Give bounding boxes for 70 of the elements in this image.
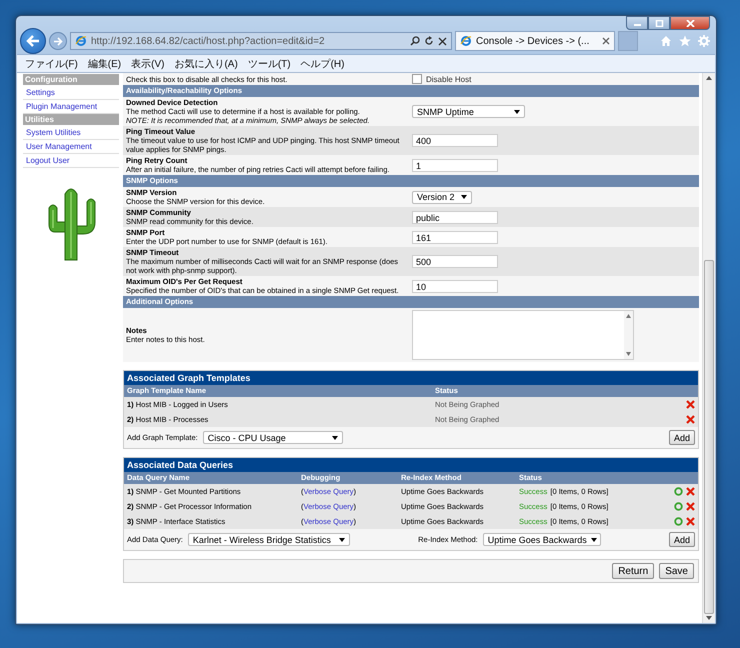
stop-icon[interactable] (438, 36, 447, 46)
form-button[interactable]: Return (612, 563, 654, 579)
right-arrow-icon (53, 36, 63, 46)
text-field[interactable]: 161 (412, 230, 498, 244)
dropdown[interactable]: SNMP Uptime (412, 105, 525, 118)
maximize-icon (654, 20, 664, 26)
dropdown[interactable]: Uptime Goes Backwards (482, 533, 601, 546)
form-button[interactable]: Save (659, 563, 694, 579)
delete-icon[interactable] (686, 415, 695, 424)
text-field[interactable]: 1 (412, 158, 498, 172)
left-arrow-icon (26, 35, 40, 47)
close-icon[interactable] (602, 37, 610, 45)
minimize-button[interactable] (626, 16, 648, 30)
sidebar-link[interactable]: Logout User (23, 154, 119, 168)
back-button[interactable] (20, 28, 46, 54)
caret-icon (461, 195, 467, 199)
scroll-down-icon[interactable] (626, 352, 631, 356)
sidebar-link[interactable]: Settings (23, 86, 119, 100)
scrollbar[interactable] (702, 73, 715, 623)
sidebar-link[interactable]: System Utilities (23, 126, 119, 140)
page-icon (75, 35, 87, 47)
star-icon[interactable] (679, 35, 691, 47)
circle-icon[interactable] (674, 517, 683, 526)
checkbox[interactable] (412, 74, 422, 84)
caret-icon (332, 436, 338, 440)
dropdown[interactable]: Karlnet - Wireless Bridge Statistics (188, 533, 350, 546)
close-icon (686, 20, 694, 26)
delete-icon[interactable] (686, 502, 695, 511)
menu-item[interactable]: ファイル(F) (25, 56, 78, 70)
menu-item[interactable]: お気に入り(A) (174, 56, 238, 70)
notes-field[interactable] (412, 310, 634, 360)
delete-icon[interactable] (686, 517, 695, 526)
page-icon (460, 35, 472, 47)
sidebar-link[interactable]: User Management (23, 140, 119, 154)
table-title: Associated Graph Templates (124, 371, 698, 385)
text-field[interactable]: public (412, 210, 498, 224)
browser-tab[interactable]: Console -> Devices -> (... (455, 31, 615, 51)
circle-icon[interactable] (674, 487, 683, 496)
sidebar-heading: Configuration (23, 74, 119, 86)
checkbox-label: Disable Host (426, 74, 472, 84)
forward-button[interactable] (49, 32, 67, 50)
delete-icon[interactable] (686, 400, 695, 409)
menu-item[interactable]: ヘルプ(H) (300, 56, 344, 70)
table-title: Associated Data Queries (124, 458, 698, 472)
scroll-up-icon[interactable] (626, 314, 631, 318)
address-bar[interactable]: http://192.168.64.82/cacti/host.php?action=edit&id=2 (70, 32, 452, 50)
scroll-up-icon[interactable] (706, 75, 712, 80)
caret-icon (514, 110, 520, 114)
refresh-icon[interactable] (424, 36, 434, 46)
menu-item[interactable]: ツール(T) (248, 56, 291, 70)
menu-item[interactable]: 表示(V) (131, 56, 164, 70)
url-text: http://192.168.64.82/cacti/host.php?action=edit&id=2 (91, 36, 326, 46)
text-field[interactable]: 400 (412, 134, 498, 147)
scrollbar[interactable] (624, 311, 633, 359)
dropdown[interactable]: Version 2 (412, 190, 472, 204)
caret-icon (590, 538, 597, 542)
add-button[interactable]: Add (669, 532, 696, 547)
maximize-button[interactable] (648, 16, 670, 30)
caret-icon (338, 538, 345, 542)
scroll-down-icon[interactable] (706, 616, 712, 621)
text-field[interactable]: 500 (412, 255, 498, 268)
menu-item[interactable]: 編集(E) (88, 56, 122, 70)
sidebar-heading: Utilities (23, 114, 119, 126)
delete-icon[interactable] (686, 487, 695, 496)
close-button[interactable] (670, 16, 710, 30)
circle-icon[interactable] (674, 502, 683, 511)
dropdown[interactable]: Cisco - CPU Usage (202, 431, 343, 444)
search-icon[interactable] (410, 36, 420, 46)
text-field[interactable]: 10 (412, 280, 498, 292)
add-button[interactable]: Add (668, 430, 695, 445)
